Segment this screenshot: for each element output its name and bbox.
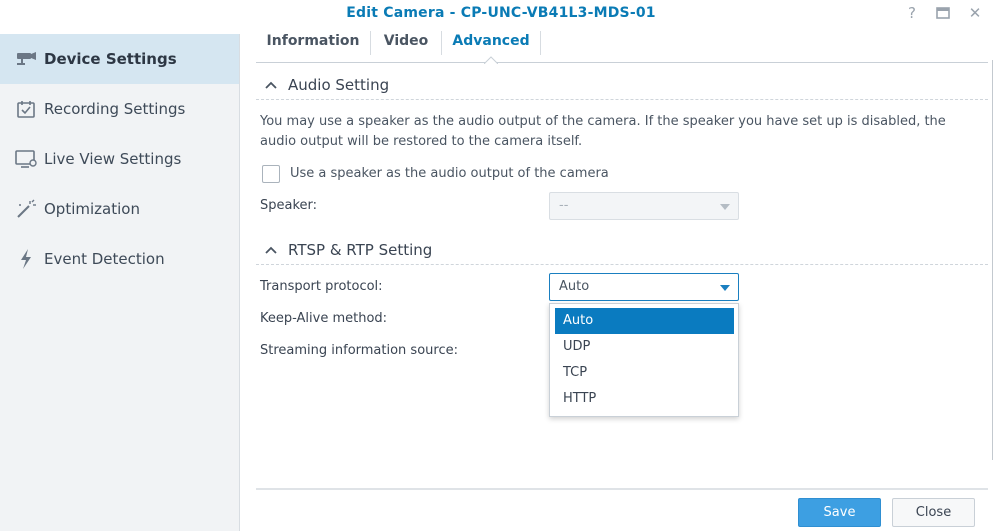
title-bar: Edit Camera - CP-UNC-VB41L3-MDS-01 ? ✕	[0, 0, 1002, 30]
dropdown-option-tcp[interactable]: TCP	[555, 360, 734, 386]
keep-alive-label: Keep-Alive method:	[260, 311, 388, 326]
rtsp-section-header[interactable]: RTSP & RTP Setting	[256, 237, 988, 265]
transport-protocol-value: Auto	[559, 279, 590, 294]
speaker-output-checkbox[interactable]	[262, 165, 280, 183]
sidebar-item-optimization[interactable]: Optimization	[0, 184, 239, 234]
lightning-icon	[14, 247, 38, 271]
close-button[interactable]: Close	[892, 498, 975, 527]
sidebar-item-label: Optimization	[44, 200, 140, 218]
dropdown-option-udp[interactable]: UDP	[555, 334, 734, 360]
transport-protocol-select[interactable]: Auto	[549, 273, 739, 301]
sidebar-item-device-settings[interactable]: Device Settings	[0, 34, 239, 84]
footer-divider	[256, 488, 988, 490]
magic-wand-icon	[14, 197, 38, 221]
transport-protocol-dropdown: Auto UDP TCP HTTP	[549, 303, 739, 417]
scroll-thumb[interactable]	[992, 60, 1001, 460]
speaker-value: --	[559, 198, 569, 213]
section-title: RTSP & RTP Setting	[288, 241, 433, 259]
tab-bar: Information Video Advanced	[256, 28, 988, 63]
sidebar-item-label: Recording Settings	[44, 100, 186, 118]
tab-divider	[540, 31, 541, 55]
sidebar-item-label: Device Settings	[44, 50, 177, 68]
tab-information[interactable]: Information	[256, 28, 370, 62]
sidebar: Device Settings Recording Settings Live …	[0, 34, 240, 531]
save-button[interactable]: Save	[798, 498, 881, 527]
sidebar-item-label: Event Detection	[44, 250, 165, 268]
active-tab-caret-icon	[484, 56, 498, 64]
audio-section-header[interactable]: Audio Setting	[256, 72, 988, 100]
help-icon[interactable]: ?	[901, 3, 923, 23]
dropdown-option-auto[interactable]: Auto	[555, 308, 734, 334]
monitor-icon	[14, 147, 38, 171]
maximize-icon[interactable]	[932, 3, 954, 23]
chevron-up-icon	[265, 81, 277, 89]
streaming-source-label: Streaming information source:	[260, 343, 458, 358]
scrollbar[interactable]	[990, 30, 1002, 531]
sidebar-item-live-view-settings[interactable]: Live View Settings	[0, 134, 239, 184]
sidebar-item-event-detection[interactable]: Event Detection	[0, 234, 239, 284]
sidebar-item-recording-settings[interactable]: Recording Settings	[0, 84, 239, 134]
close-icon[interactable]: ✕	[964, 3, 986, 23]
speaker-label: Speaker:	[260, 198, 318, 213]
chevron-up-icon	[265, 246, 277, 254]
transport-protocol-label: Transport protocol:	[260, 279, 383, 294]
audio-description: You may use a speaker as the audio outpu…	[260, 114, 946, 149]
checkbox-label: Use a speaker as the audio output of the…	[290, 166, 609, 181]
dropdown-option-http[interactable]: HTTP	[555, 386, 734, 412]
camera-icon	[14, 47, 38, 71]
section-title: Audio Setting	[288, 76, 390, 94]
chevron-down-icon	[720, 204, 730, 210]
tab-video[interactable]: Video	[371, 28, 441, 62]
sidebar-item-label: Live View Settings	[44, 150, 182, 168]
window-title: Edit Camera - CP-UNC-VB41L3-MDS-01	[346, 5, 656, 21]
calendar-check-icon	[14, 97, 38, 121]
chevron-down-icon	[720, 285, 730, 291]
speaker-select: --	[549, 192, 739, 220]
